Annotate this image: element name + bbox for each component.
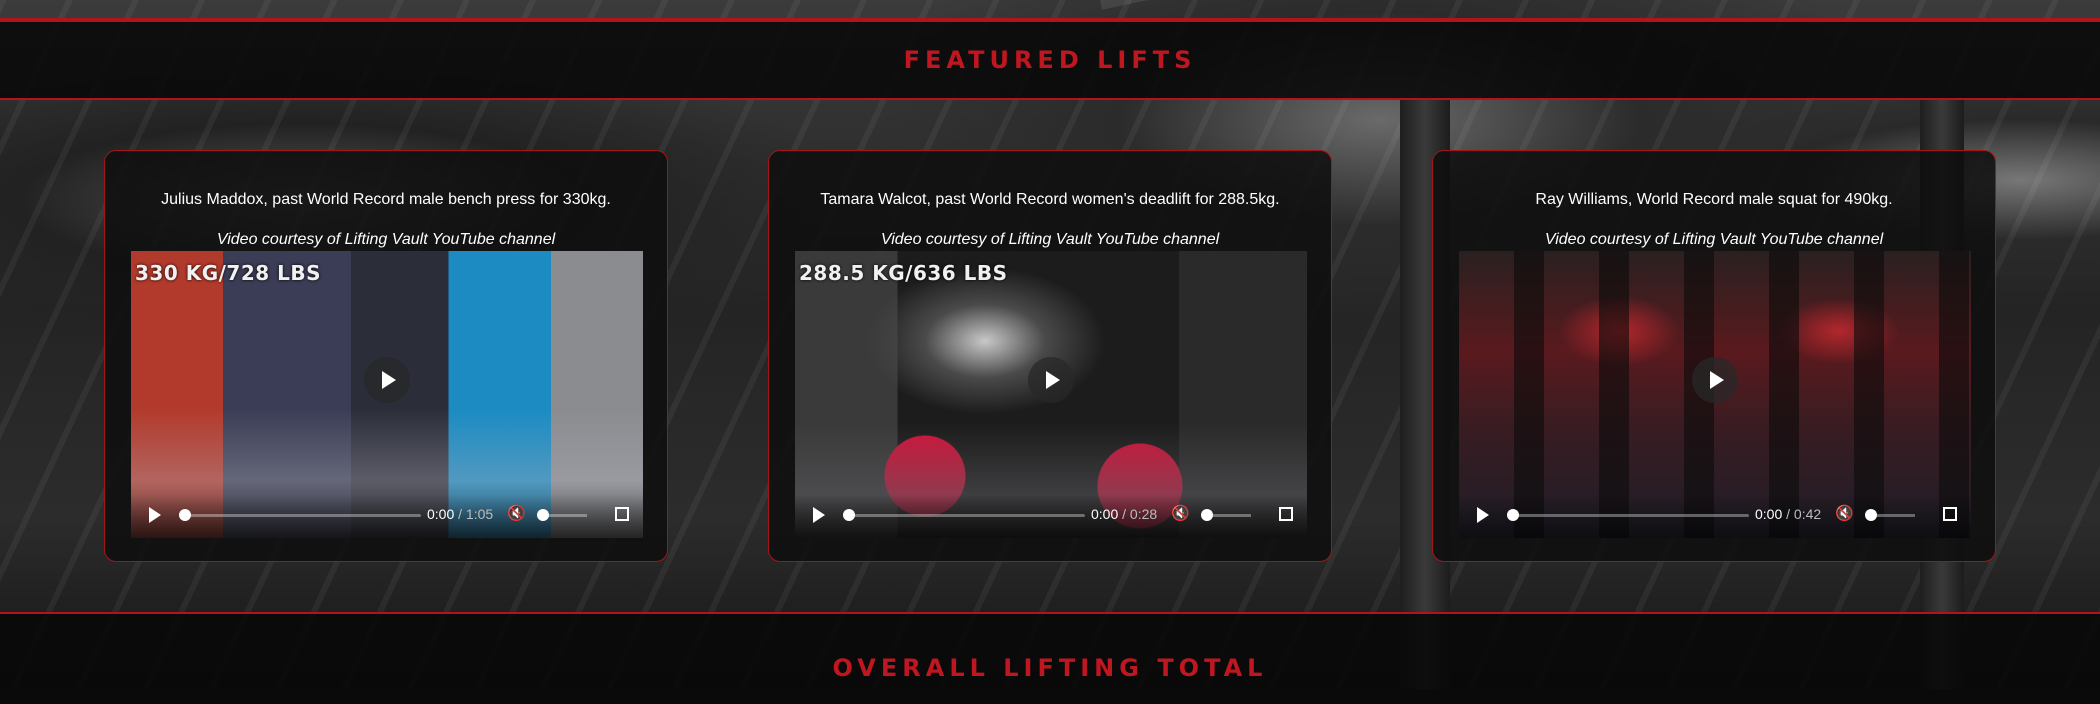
play-icon[interactable] [813, 507, 825, 523]
time-duration: 0:42 [1793, 506, 1822, 522]
volume-slider[interactable] [537, 509, 587, 521]
big-play-button[interactable] [1692, 356, 1738, 403]
section-title: FEATURED LIFTS [903, 46, 1197, 74]
play-icon[interactable] [149, 507, 161, 523]
video-credit: Video courtesy of Lifting Vault YouTube … [1544, 231, 1884, 248]
video-credit: Video courtesy of Lifting Vault YouTube … [880, 231, 1220, 248]
weight-overlay: 288.5 KG/636 LBS [799, 261, 1008, 285]
video-controls: 0:00 / 0:42 🔇 [1459, 494, 1971, 538]
time-separator: / [1782, 506, 1794, 522]
video-controls: 0:00 / 0:28 🔇 [795, 494, 1307, 538]
fullscreen-icon[interactable] [615, 507, 629, 521]
volume-handle[interactable] [1201, 509, 1213, 521]
lift-caption: Tamara Walcot, past World Record women's… [820, 191, 1280, 208]
featured-lifts-band: FEATURED LIFTS [0, 20, 2100, 100]
time-current: 0:00 [1755, 506, 1783, 522]
fullscreen-icon[interactable] [1943, 507, 1957, 521]
fullscreen-icon[interactable] [1279, 507, 1293, 521]
video-player[interactable]: 0:00 / 0:42 🔇 [1459, 251, 1971, 538]
seek-bar[interactable] [1507, 509, 1749, 521]
time-separator: / [454, 506, 466, 522]
lift-caption: Ray Williams, World Record male squat fo… [1535, 191, 1893, 208]
time-display: 0:00 / 0:28 [1091, 506, 1157, 522]
muted-speaker-icon[interactable]: 🔇 [1835, 505, 1854, 523]
muted-speaker-icon[interactable]: 🔇 [507, 505, 526, 523]
play-icon[interactable] [1477, 507, 1489, 523]
time-display: 0:00 / 0:42 [1755, 506, 1821, 522]
time-separator: / [1118, 506, 1130, 522]
seek-bar[interactable] [179, 509, 421, 521]
big-play-button[interactable] [1028, 356, 1074, 403]
video-credit: Video courtesy of Lifting Vault YouTube … [216, 231, 556, 248]
lift-card-bench: Julius Maddox, past World Record male be… [104, 150, 668, 562]
seek-handle[interactable] [843, 509, 855, 521]
video-controls: 0:00 / 1:05 🔇 [131, 494, 643, 538]
volume-handle[interactable] [537, 509, 549, 521]
lift-card-deadlift: Tamara Walcot, past World Record women's… [768, 150, 1332, 562]
time-duration: 1:05 [465, 506, 494, 522]
seek-handle[interactable] [1507, 509, 1519, 521]
time-current: 0:00 [427, 506, 455, 522]
section-title: OVERALL LIFTING TOTAL [832, 654, 1268, 682]
volume-slider[interactable] [1865, 509, 1915, 521]
video-player[interactable]: 288.5 KG/636 LBS 0:00 / 0:28 🔇 [795, 251, 1307, 538]
time-display: 0:00 / 1:05 [427, 506, 493, 522]
overall-total-band: OVERALL LIFTING TOTAL [0, 612, 2100, 704]
muted-speaker-icon[interactable]: 🔇 [1171, 505, 1190, 523]
lift-card-squat: Ray Williams, World Record male squat fo… [1432, 150, 1996, 562]
seek-bar[interactable] [843, 509, 1085, 521]
big-play-button[interactable] [364, 356, 410, 403]
lift-caption: Julius Maddox, past World Record male be… [161, 191, 611, 208]
time-current: 0:00 [1091, 506, 1119, 522]
seek-handle[interactable] [179, 509, 191, 521]
weight-overlay: 330 KG/728 LBS [135, 261, 322, 285]
volume-handle[interactable] [1865, 509, 1877, 521]
volume-slider[interactable] [1201, 509, 1251, 521]
time-duration: 0:28 [1129, 506, 1158, 522]
video-player[interactable]: 330 KG/728 LBS 0:00 / 1:05 🔇 [131, 251, 643, 538]
